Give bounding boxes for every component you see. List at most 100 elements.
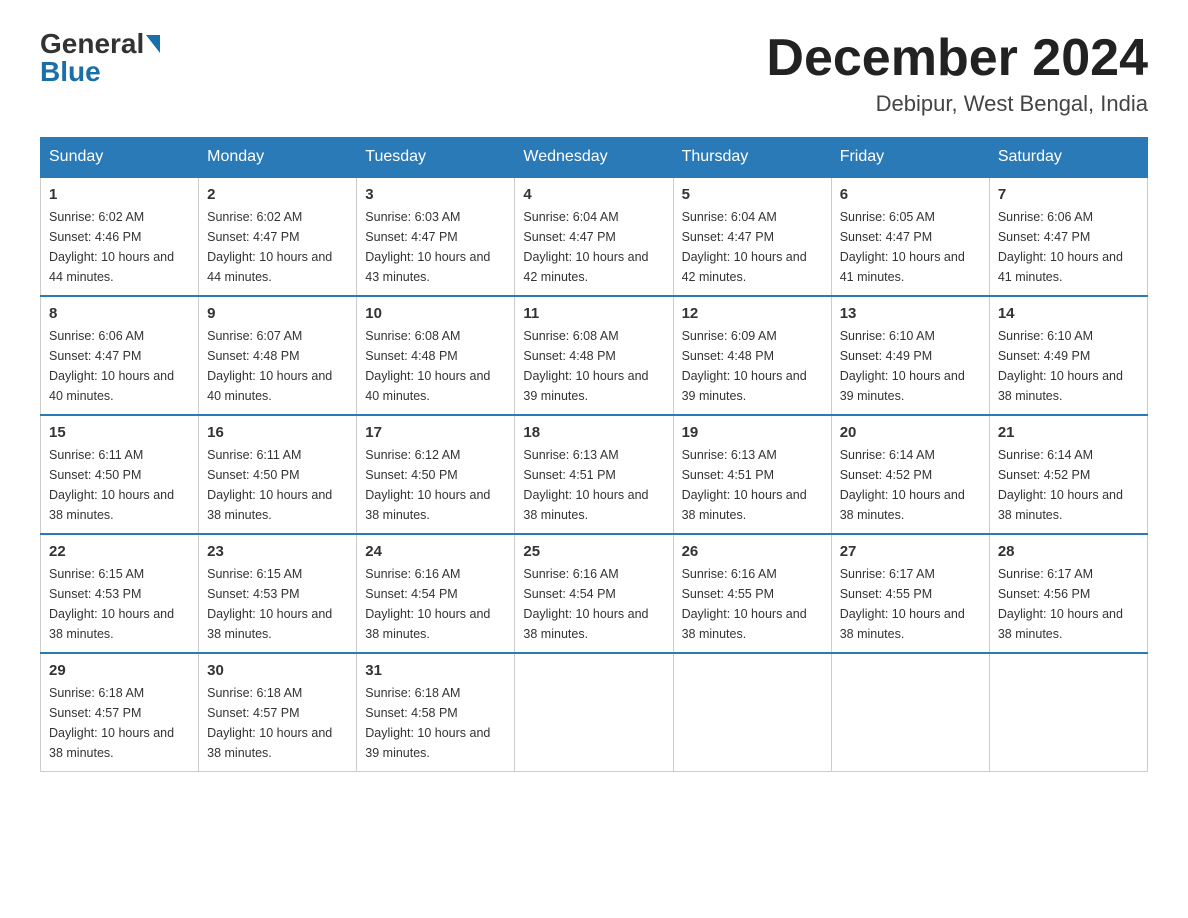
calendar-cell: 27 Sunrise: 6:17 AMSunset: 4:55 PMDayligh… [831, 534, 989, 653]
day-number: 17 [365, 424, 506, 441]
day-number: 16 [207, 424, 348, 441]
calendar-week-row: 1Sunrise: 6:02 AMSunset: 4:46 PMDaylight… [41, 177, 1148, 296]
day-number: 21 [998, 424, 1139, 441]
day-info: Sunrise: 6:16 AMSunset: 4:54 PMDaylight:… [523, 564, 664, 644]
day-number: 23 [207, 543, 348, 560]
calendar-cell: 6 Sunrise: 6:05 AMSunset: 4:47 PMDaylight… [831, 177, 989, 296]
day-number: 7 [998, 186, 1139, 203]
calendar-cell: 24 Sunrise: 6:16 AMSunset: 4:54 PMDayligh… [357, 534, 515, 653]
day-info: Sunrise: 6:18 AMSunset: 4:57 PMDaylight:… [49, 683, 190, 763]
day-number: 27 [840, 543, 981, 560]
calendar-week-row: 29 Sunrise: 6:18 AMSunset: 4:57 PMDayligh… [41, 653, 1148, 772]
day-header-monday: Monday [199, 138, 357, 178]
calendar-cell: 3Sunrise: 6:03 AMSunset: 4:47 PMDaylight… [357, 177, 515, 296]
calendar-cell [989, 653, 1147, 772]
day-info: Sunrise: 6:06 AMSunset: 4:47 PMDaylight:… [49, 326, 190, 406]
day-number: 19 [682, 424, 823, 441]
calendar-cell [673, 653, 831, 772]
title-section: December 2024 Debipur, West Bengal, Indi… [766, 30, 1148, 117]
day-number: 10 [365, 305, 506, 322]
day-info: Sunrise: 6:15 AMSunset: 4:53 PMDaylight:… [49, 564, 190, 644]
day-number: 25 [523, 543, 664, 560]
day-info: Sunrise: 6:09 AMSunset: 4:48 PMDaylight:… [682, 326, 823, 406]
logo: General Blue [40, 30, 160, 86]
calendar-cell: 12 Sunrise: 6:09 AMSunset: 4:48 PMDayligh… [673, 296, 831, 415]
day-info: Sunrise: 6:16 AMSunset: 4:55 PMDaylight:… [682, 564, 823, 644]
calendar-cell: 19 Sunrise: 6:13 AMSunset: 4:51 PMDayligh… [673, 415, 831, 534]
calendar-week-row: 22 Sunrise: 6:15 AMSunset: 4:53 PMDayligh… [41, 534, 1148, 653]
month-title: December 2024 [766, 30, 1148, 87]
day-number: 22 [49, 543, 190, 560]
day-header-wednesday: Wednesday [515, 138, 673, 178]
day-number: 31 [365, 662, 506, 679]
day-number: 18 [523, 424, 664, 441]
day-info: Sunrise: 6:12 AMSunset: 4:50 PMDaylight:… [365, 445, 506, 525]
calendar-cell: 20Sunrise: 6:14 AMSunset: 4:52 PMDayligh… [831, 415, 989, 534]
day-header-sunday: Sunday [41, 138, 199, 178]
day-info: Sunrise: 6:02 AMSunset: 4:47 PMDaylight:… [207, 207, 348, 287]
logo-general-text: General [40, 30, 144, 58]
day-number: 6 [840, 186, 981, 203]
day-number: 24 [365, 543, 506, 560]
day-number: 5 [682, 186, 823, 203]
day-info: Sunrise: 6:17 AMSunset: 4:56 PMDaylight:… [998, 564, 1139, 644]
calendar-cell: 28 Sunrise: 6:17 AMSunset: 4:56 PMDayligh… [989, 534, 1147, 653]
day-info: Sunrise: 6:03 AMSunset: 4:47 PMDaylight:… [365, 207, 506, 287]
day-number: 29 [49, 662, 190, 679]
day-number: 14 [998, 305, 1139, 322]
calendar-cell: 2 Sunrise: 6:02 AMSunset: 4:47 PMDaylight… [199, 177, 357, 296]
day-info: Sunrise: 6:13 AMSunset: 4:51 PMDaylight:… [523, 445, 664, 525]
day-header-thursday: Thursday [673, 138, 831, 178]
calendar-cell: 22 Sunrise: 6:15 AMSunset: 4:53 PMDayligh… [41, 534, 199, 653]
calendar-cell: 5 Sunrise: 6:04 AMSunset: 4:47 PMDaylight… [673, 177, 831, 296]
day-info: Sunrise: 6:04 AMSunset: 4:47 PMDaylight:… [523, 207, 664, 287]
calendar-cell: 21 Sunrise: 6:14 AMSunset: 4:52 PMDayligh… [989, 415, 1147, 534]
calendar-body: 1Sunrise: 6:02 AMSunset: 4:46 PMDaylight… [41, 177, 1148, 772]
calendar-cell: 13 Sunrise: 6:10 AMSunset: 4:49 PMDayligh… [831, 296, 989, 415]
day-info: Sunrise: 6:14 AMSunset: 4:52 PMDaylight:… [998, 445, 1139, 525]
day-info: Sunrise: 6:04 AMSunset: 4:47 PMDaylight:… [682, 207, 823, 287]
day-info: Sunrise: 6:02 AMSunset: 4:46 PMDaylight:… [49, 207, 190, 287]
calendar-cell: 1Sunrise: 6:02 AMSunset: 4:46 PMDaylight… [41, 177, 199, 296]
day-info: Sunrise: 6:10 AMSunset: 4:49 PMDaylight:… [998, 326, 1139, 406]
calendar-cell [831, 653, 989, 772]
day-info: Sunrise: 6:08 AMSunset: 4:48 PMDaylight:… [365, 326, 506, 406]
calendar-table: SundayMondayTuesdayWednesdayThursdayFrid… [40, 137, 1148, 772]
calendar-week-row: 8 Sunrise: 6:06 AMSunset: 4:47 PMDaylight… [41, 296, 1148, 415]
day-info: Sunrise: 6:05 AMSunset: 4:47 PMDaylight:… [840, 207, 981, 287]
day-info: Sunrise: 6:06 AMSunset: 4:47 PMDaylight:… [998, 207, 1139, 287]
day-info: Sunrise: 6:18 AMSunset: 4:57 PMDaylight:… [207, 683, 348, 763]
day-header-friday: Friday [831, 138, 989, 178]
day-info: Sunrise: 6:07 AMSunset: 4:48 PMDaylight:… [207, 326, 348, 406]
calendar-cell: 29 Sunrise: 6:18 AMSunset: 4:57 PMDayligh… [41, 653, 199, 772]
day-number: 13 [840, 305, 981, 322]
calendar-cell: 25 Sunrise: 6:16 AMSunset: 4:54 PMDayligh… [515, 534, 673, 653]
logo-blue-text: Blue [40, 58, 101, 86]
day-header-saturday: Saturday [989, 138, 1147, 178]
day-info: Sunrise: 6:11 AMSunset: 4:50 PMDaylight:… [207, 445, 348, 525]
calendar-cell: 15Sunrise: 6:11 AMSunset: 4:50 PMDayligh… [41, 415, 199, 534]
day-info: Sunrise: 6:13 AMSunset: 4:51 PMDaylight:… [682, 445, 823, 525]
calendar-header-row: SundayMondayTuesdayWednesdayThursdayFrid… [41, 138, 1148, 178]
calendar-cell: 4 Sunrise: 6:04 AMSunset: 4:47 PMDaylight… [515, 177, 673, 296]
day-number: 28 [998, 543, 1139, 560]
location-title: Debipur, West Bengal, India [766, 91, 1148, 117]
day-info: Sunrise: 6:17 AMSunset: 4:55 PMDaylight:… [840, 564, 981, 644]
calendar-cell: 31Sunrise: 6:18 AMSunset: 4:58 PMDayligh… [357, 653, 515, 772]
day-number: 20 [840, 424, 981, 441]
calendar-cell: 9Sunrise: 6:07 AMSunset: 4:48 PMDaylight… [199, 296, 357, 415]
day-info: Sunrise: 6:10 AMSunset: 4:49 PMDaylight:… [840, 326, 981, 406]
day-number: 15 [49, 424, 190, 441]
day-info: Sunrise: 6:16 AMSunset: 4:54 PMDaylight:… [365, 564, 506, 644]
day-number: 2 [207, 186, 348, 203]
page-header: General Blue December 2024 Debipur, West… [40, 30, 1148, 117]
day-number: 26 [682, 543, 823, 560]
calendar-cell: 11Sunrise: 6:08 AMSunset: 4:48 PMDayligh… [515, 296, 673, 415]
calendar-cell: 16 Sunrise: 6:11 AMSunset: 4:50 PMDayligh… [199, 415, 357, 534]
day-number: 12 [682, 305, 823, 322]
day-number: 4 [523, 186, 664, 203]
calendar-cell: 10 Sunrise: 6:08 AMSunset: 4:48 PMDayligh… [357, 296, 515, 415]
day-number: 8 [49, 305, 190, 322]
calendar-cell: 30Sunrise: 6:18 AMSunset: 4:57 PMDayligh… [199, 653, 357, 772]
day-info: Sunrise: 6:15 AMSunset: 4:53 PMDaylight:… [207, 564, 348, 644]
